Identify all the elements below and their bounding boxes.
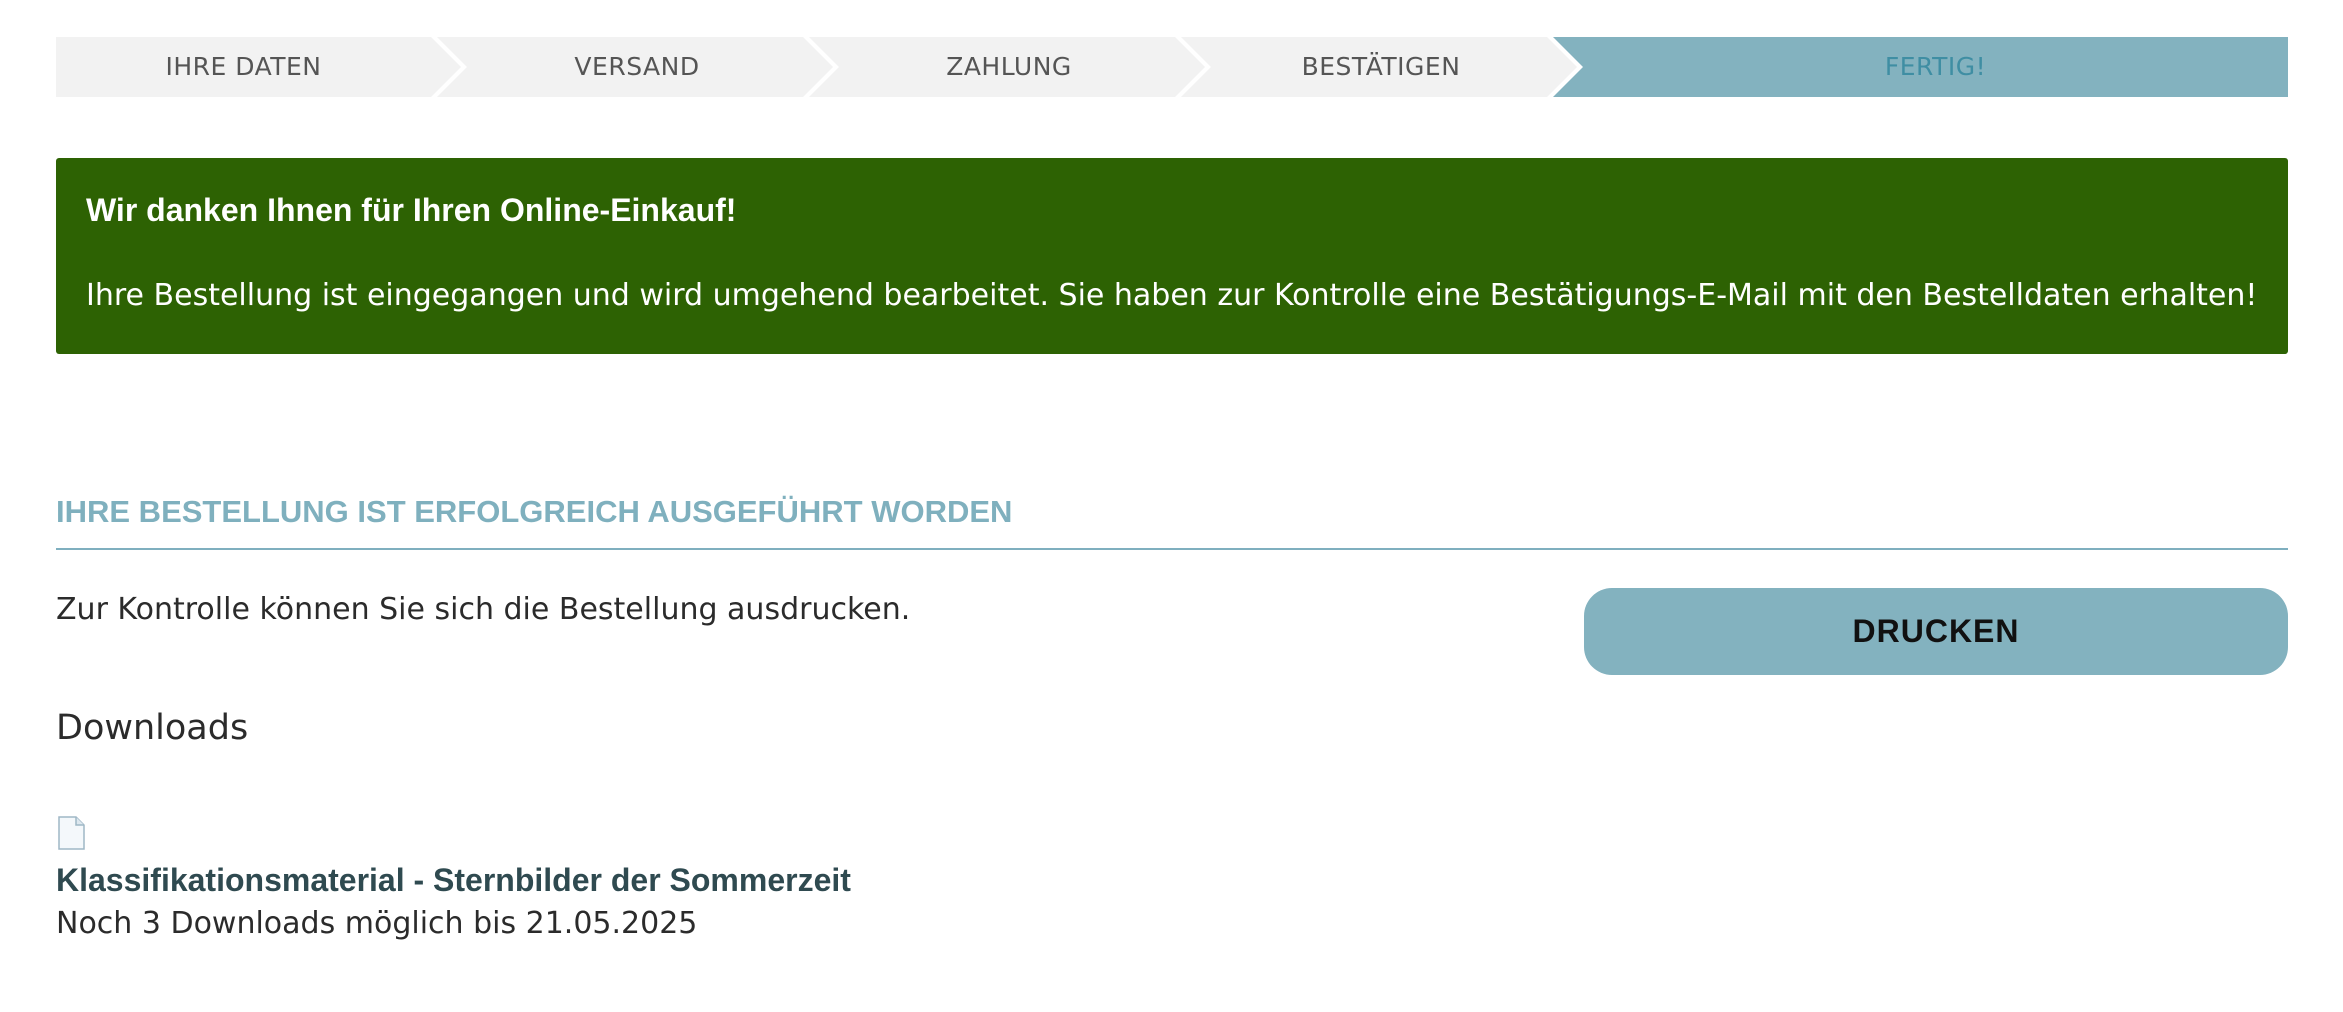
download-limit-info: Noch 3 Downloads möglich bis 21.05.2025 — [56, 906, 698, 941]
step-zahlung[interactable]: ZAHLUNG — [833, 37, 1185, 97]
step-bestaetigen[interactable]: BESTÄTIGEN — [1205, 37, 1557, 97]
downloads-heading: Downloads — [56, 708, 249, 748]
file-icon[interactable] — [56, 816, 86, 850]
print-button[interactable]: DRUCKEN — [1584, 588, 2288, 675]
download-link[interactable]: Klassifikationsmaterial - Sternbilder de… — [56, 860, 851, 900]
step-fertig: FERTIG! — [1884, 52, 1987, 81]
print-info-text: Zur Kontrolle können Sie sich die Bestel… — [56, 592, 911, 627]
step-ihre-daten[interactable]: IHRE DATEN — [56, 37, 431, 97]
checkout-progress: IHRE DATEN VERSAND ZAHLUNG BESTÄTIGEN FE… — [56, 37, 2288, 97]
alert-title: Wir danken Ihnen für Ihren Online-Einkau… — [86, 192, 737, 228]
download-item: Klassifikationsmaterial - Sternbilder de… — [56, 816, 851, 944]
step-versand[interactable]: VERSAND — [461, 37, 813, 97]
success-alert: Wir danken Ihnen für Ihren Online-Einkau… — [56, 158, 2288, 354]
alert-message: Ihre Bestellung ist eingegangen und wird… — [86, 278, 2258, 313]
order-section-title: IHRE BESTELLUNG IST ERFOLGREICH AUSGEFÜH… — [56, 492, 2288, 550]
